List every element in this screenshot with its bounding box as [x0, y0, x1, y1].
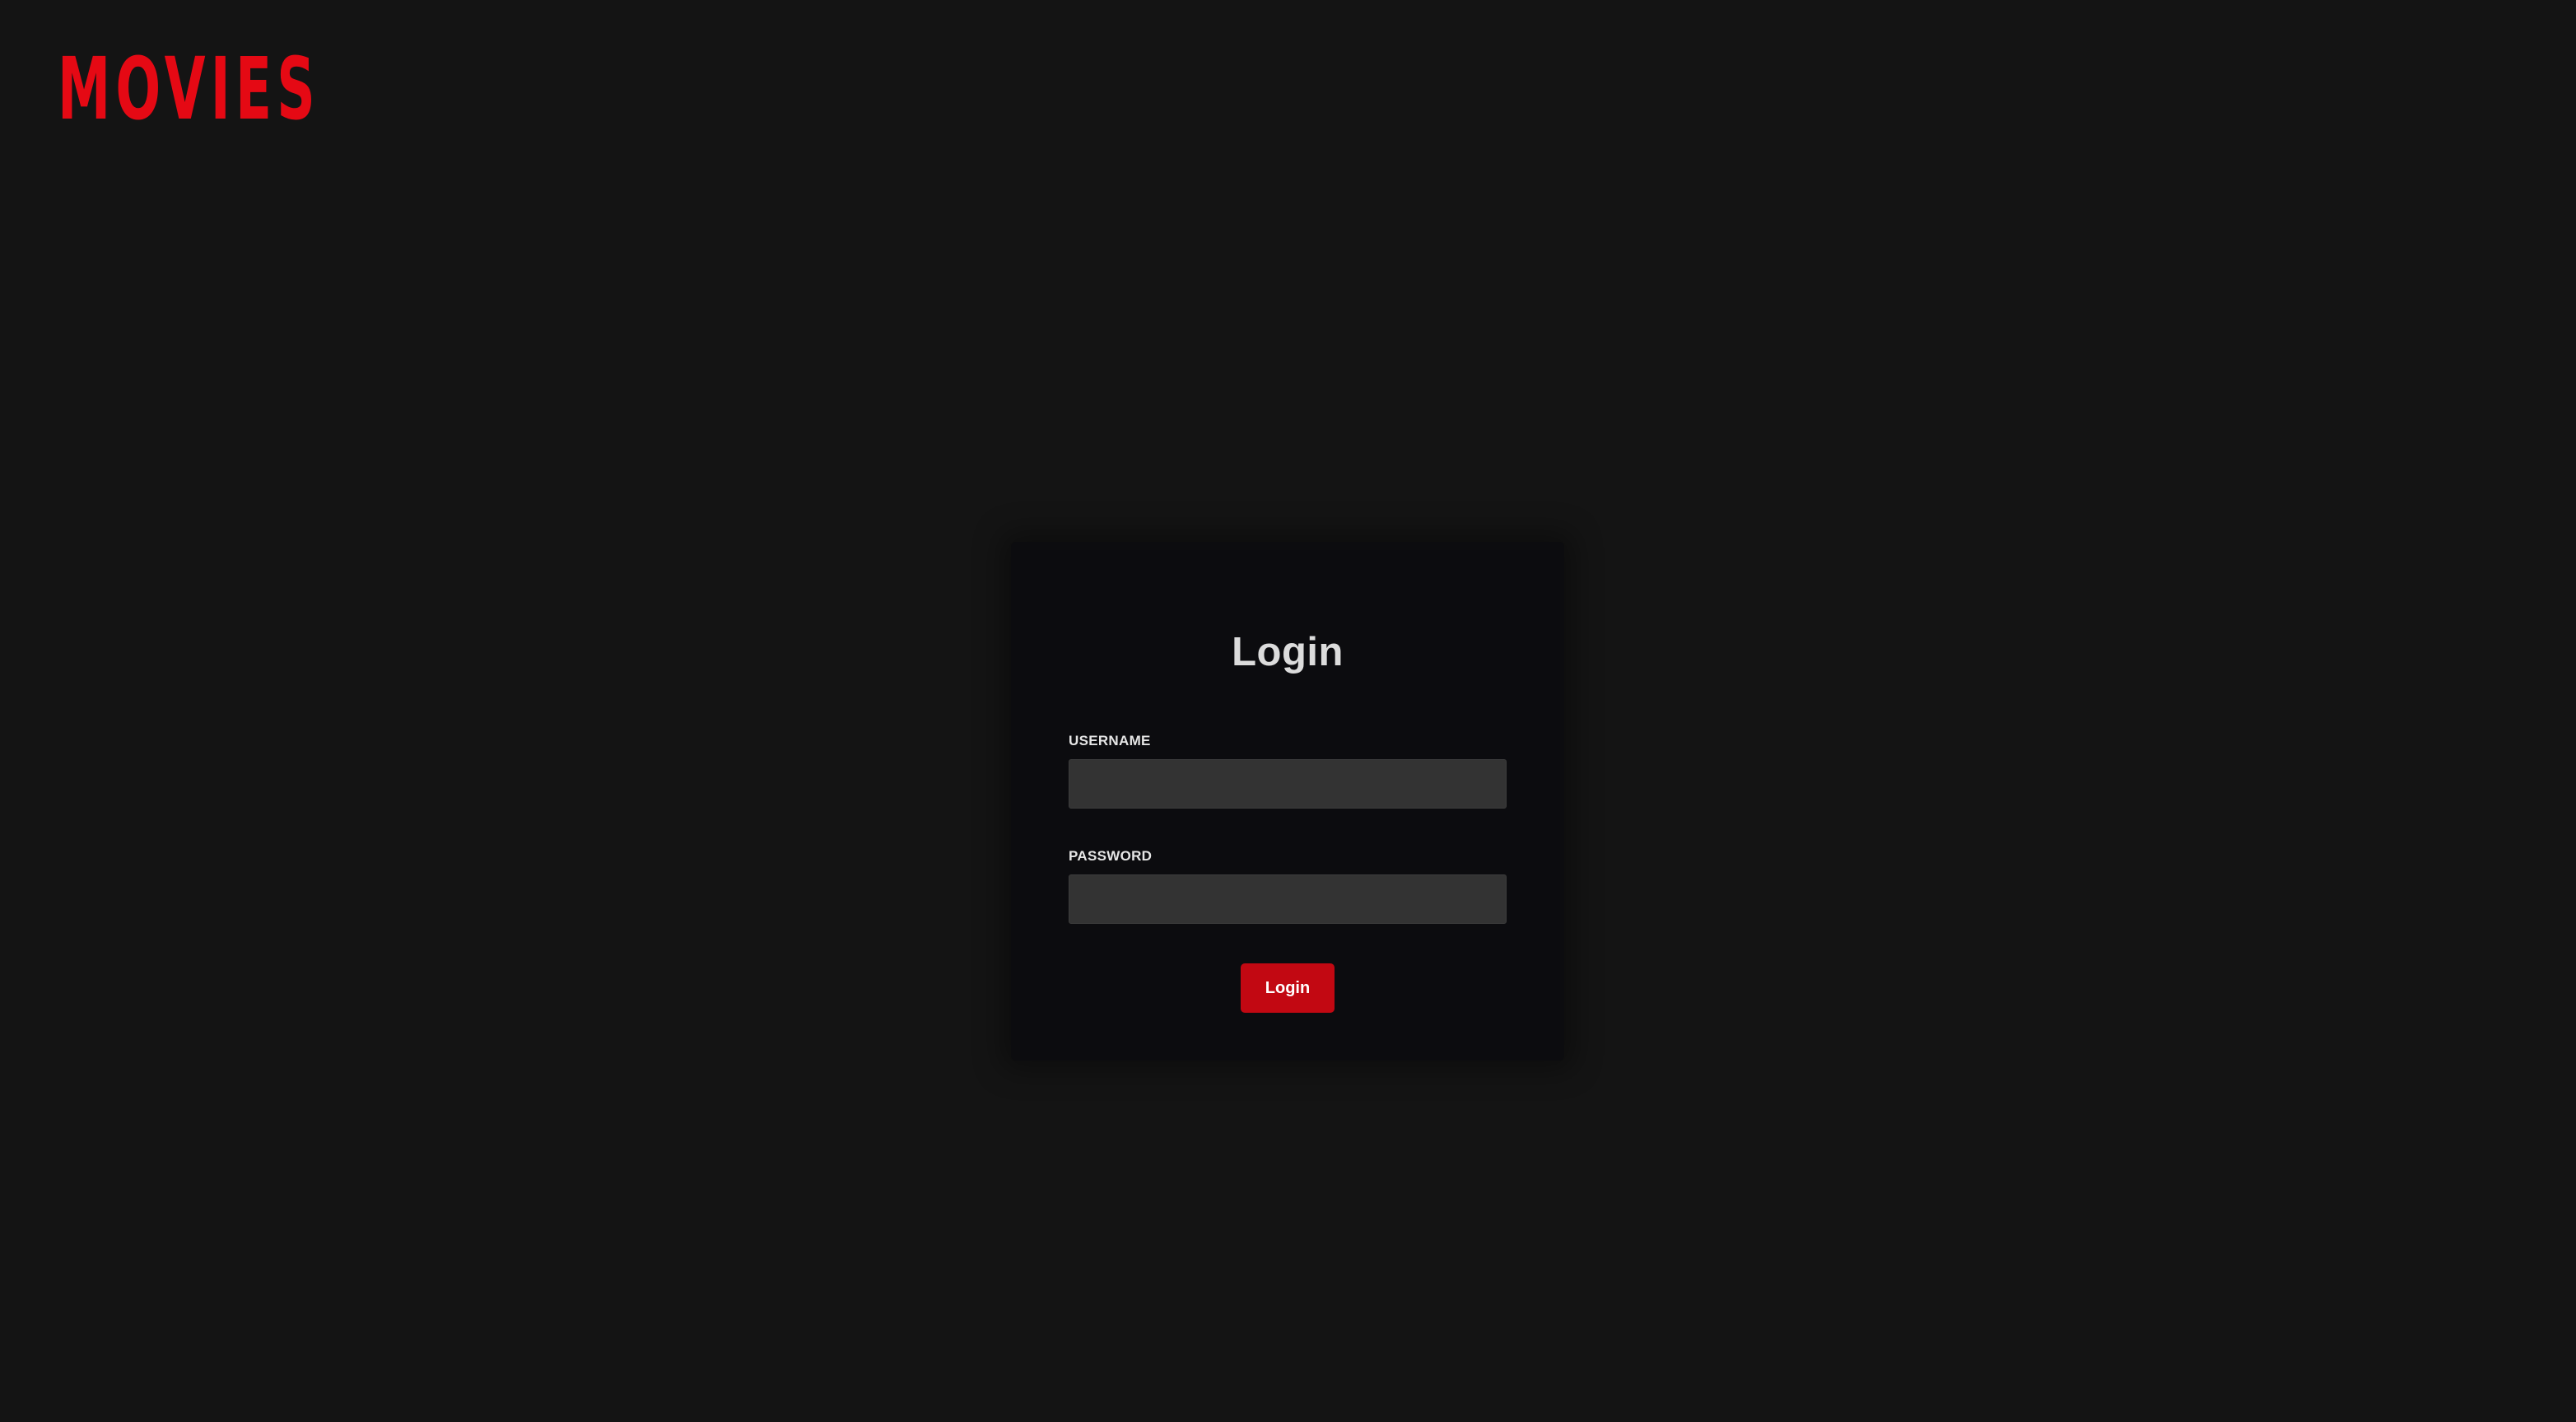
login-title: Login	[1232, 630, 1344, 674]
username-label: USERNAME	[1069, 733, 1151, 748]
password-input[interactable]	[1069, 874, 1507, 924]
password-label: PASSWORD	[1069, 848, 1153, 864]
brand-logo[interactable]: MOVIES	[58, 46, 320, 132]
login-card: Login USERNAME PASSWORD Login	[1011, 542, 1564, 1061]
login-button[interactable]: Login	[1241, 963, 1335, 1013]
form-actions: Login	[1069, 963, 1507, 1013]
username-input[interactable]	[1069, 759, 1507, 809]
